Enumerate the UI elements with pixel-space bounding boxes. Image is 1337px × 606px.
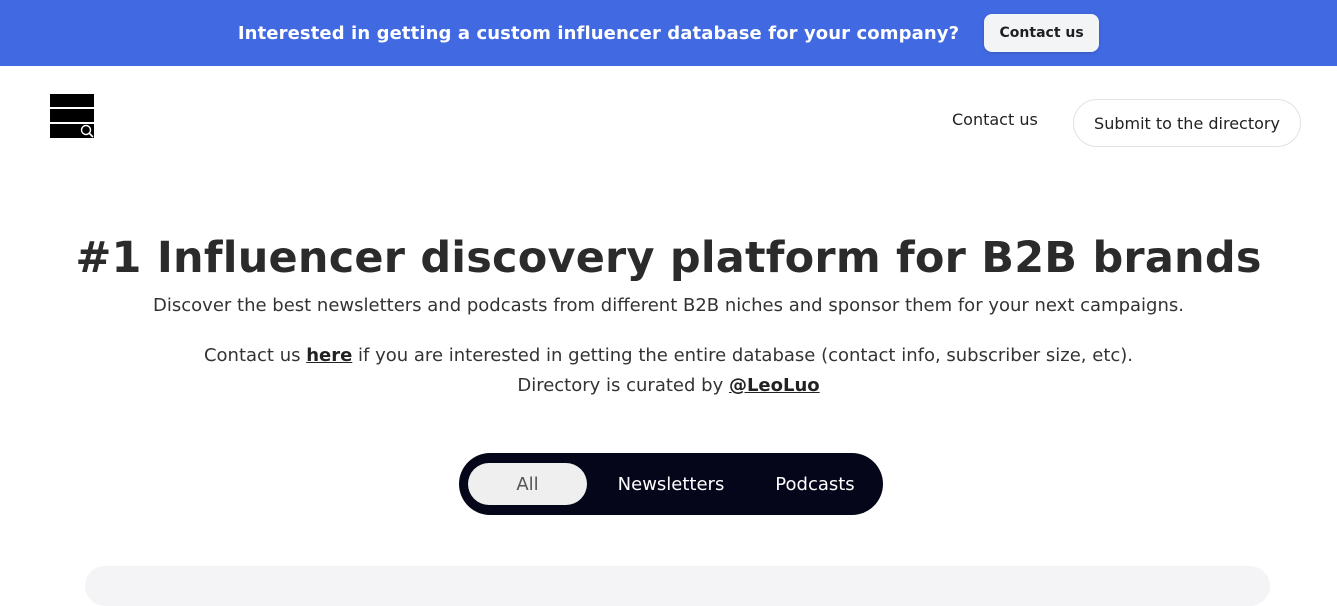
promo-banner: Interested in getting a custom influence… [0, 0, 1337, 66]
filter-newsletters-tab[interactable]: Newsletters [604, 463, 738, 505]
contact-info-prefix: Contact us [203, 345, 307, 366]
listing-card [85, 566, 1270, 606]
contact-info-suffix: if you are interested in getting the ent… [352, 345, 1134, 366]
directory-search-logo-icon[interactable] [50, 94, 94, 138]
filter-podcasts-tab[interactable]: Podcasts [756, 463, 874, 505]
page-subtitle: Discover the best newsletters and podcas… [153, 295, 1184, 316]
curator-line: Directory is curated by @LeoLuo [0, 375, 1337, 396]
contact-here-link[interactable]: here [306, 345, 352, 366]
content-type-toggle: All Newsletters Podcasts [459, 453, 883, 515]
promo-banner-text: Interested in getting a custom influence… [237, 22, 960, 44]
curator-prefix: Directory is curated by [517, 375, 729, 396]
filter-all-tab[interactable]: All [468, 463, 587, 505]
contact-info-line: Contact us here if you are interested in… [0, 345, 1337, 366]
nav-contact-link[interactable]: Contact us [952, 110, 1038, 129]
page-title: #1 Influencer discovery platform for B2B… [75, 233, 1262, 283]
curator-link[interactable]: @LeoLuo [729, 375, 820, 396]
banner-contact-button[interactable]: Contact us [984, 14, 1100, 52]
submit-to-directory-button[interactable]: Submit to the directory [1073, 99, 1301, 147]
